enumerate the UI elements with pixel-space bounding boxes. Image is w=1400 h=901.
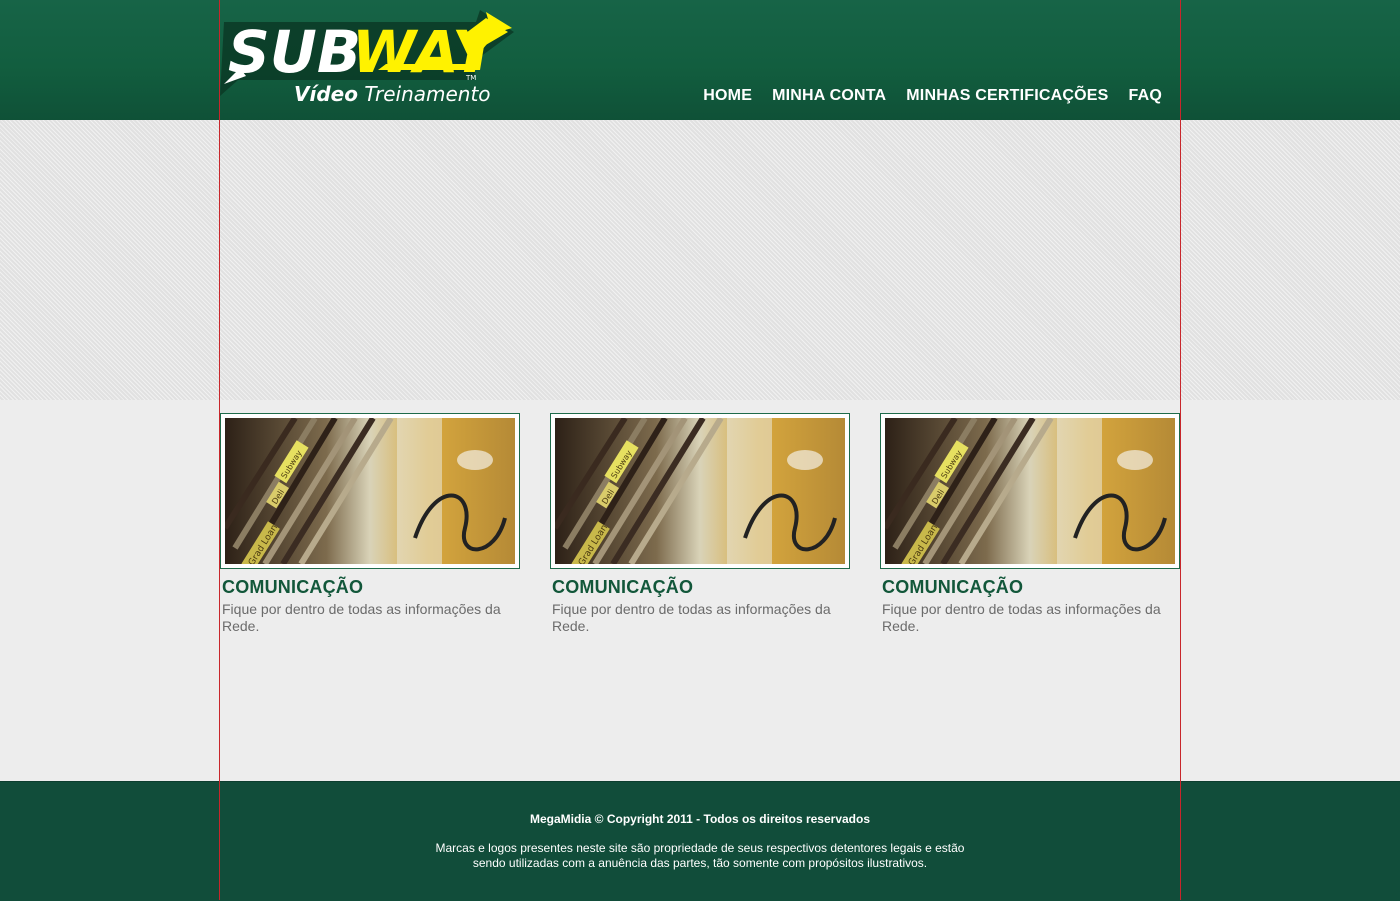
- nav-home[interactable]: HOME: [703, 87, 752, 105]
- hero-banner: [0, 120, 1400, 400]
- nav-minhas-certificacoes[interactable]: MINHAS CERTIFICAÇÕES: [906, 87, 1108, 105]
- nav-faq[interactable]: FAQ: [1129, 87, 1163, 105]
- card-title[interactable]: COMUNICAÇÃO: [222, 577, 520, 598]
- main-nav: HOME MINHA CONTA MINHAS CERTIFICAÇÕES FA…: [703, 87, 1162, 105]
- layout-guide-right: [1180, 0, 1181, 900]
- header: SUB WAY TM Vídeo Treinamento HOME MINHA …: [0, 0, 1400, 120]
- card-title[interactable]: COMUNICAÇÃO: [882, 577, 1180, 598]
- layout-guide-left: [219, 0, 220, 900]
- subway-logo[interactable]: SUB WAY TM Vídeo Treinamento: [218, 6, 518, 110]
- card-thumbnail[interactable]: Grad Loan Deli Subway: [220, 413, 520, 569]
- footer-disclaimer: Marcas e logos presentes neste site são …: [435, 841, 965, 870]
- card-description: Fique por dentro de todas as informações…: [882, 601, 1161, 634]
- logo-subtitle: Vídeo Treinamento: [294, 82, 491, 106]
- nav-minha-conta[interactable]: MINHA CONTA: [772, 87, 886, 105]
- logo-way-word: WAY: [352, 18, 499, 86]
- file-folders-image: Grad Loan Deli Subway: [225, 418, 515, 564]
- card-description: Fique por dentro de todas as informações…: [552, 601, 831, 634]
- logo-trademark: TM: [465, 74, 476, 82]
- logo-subtitle-rest: Treinamento: [357, 82, 491, 106]
- file-folders-image: Grad Loan Deli Subway: [555, 418, 845, 564]
- logo-subtitle-bold: Vídeo: [294, 82, 358, 106]
- file-folders-image: Grad Loan Deli Subway: [885, 418, 1175, 564]
- card-description: Fique por dentro de todas as informações…: [222, 601, 501, 634]
- logo-sub-word: SUB: [228, 18, 361, 86]
- card-photo: Grad Loan Deli Subway: [225, 418, 515, 564]
- card-2[interactable]: Grad Loan Deli Subway COMUNICAÇÃO Fique …: [550, 413, 850, 635]
- footer-copyright: MegaMidia © Copyright 2011 - Todos os di…: [529, 812, 871, 826]
- footer: MegaMidia © Copyright 2011 - Todos os di…: [0, 781, 1400, 901]
- card-photo: Grad Loan Deli Subway: [885, 418, 1175, 564]
- card-1[interactable]: Grad Loan Deli Subway COMUNICAÇÃO Fique …: [220, 413, 520, 635]
- card-thumbnail[interactable]: Grad Loan Deli Subway: [550, 413, 850, 569]
- card-3[interactable]: Grad Loan Deli Subway COMUNICAÇÃO Fique …: [880, 413, 1180, 635]
- card-photo: Grad Loan Deli Subway: [555, 418, 845, 564]
- card-title[interactable]: COMUNICAÇÃO: [552, 577, 850, 598]
- card-thumbnail[interactable]: Grad Loan Deli Subway: [880, 413, 1180, 569]
